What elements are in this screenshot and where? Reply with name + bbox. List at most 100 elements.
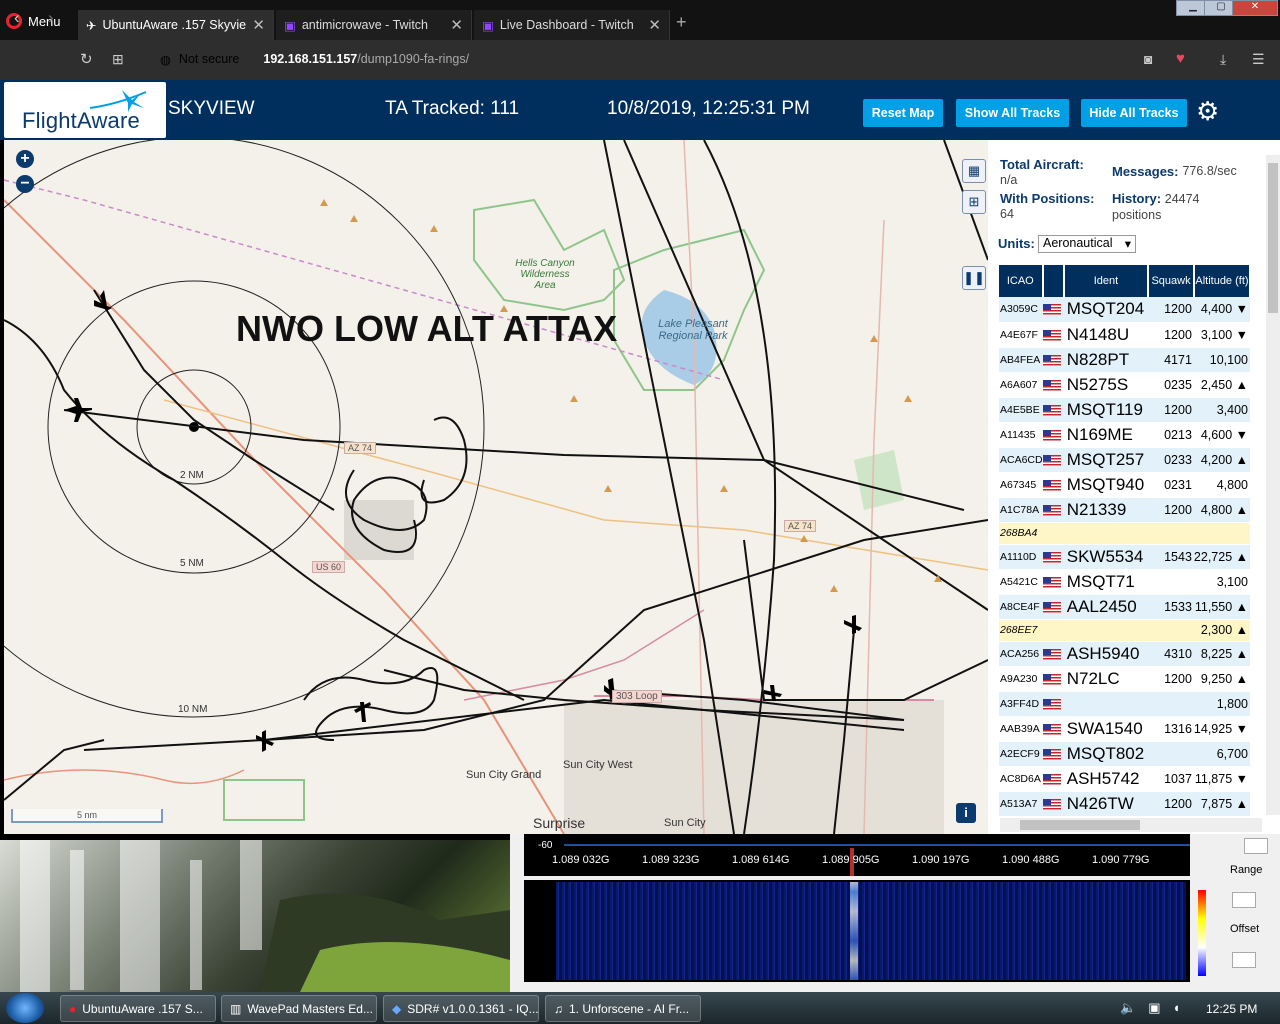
aircraft-row[interactable]: AB4FEA N828PT 4171 10,100 xyxy=(999,347,1250,373)
col-ident[interactable]: Ident xyxy=(1063,265,1150,297)
close-tab-icon[interactable]: ✕ xyxy=(648,16,661,34)
taskbar-item-unforscene[interactable]: ♫ 1. Unforscene - AI Fr... xyxy=(545,995,701,1022)
us-flag-icon xyxy=(1042,404,1061,416)
aircraft-panel: Total Aircraft: n/a With Positions: 64 M… xyxy=(988,140,1280,834)
zoom-in-button[interactable]: + xyxy=(16,150,34,168)
freq-label: 1.090 197G xyxy=(912,854,970,866)
aircraft-row[interactable]: A4E67F N4148U 1200 3,100 ▼ xyxy=(999,322,1250,348)
flag-cell xyxy=(1042,666,1064,692)
aircraft-row[interactable]: A9A230 N72LC 1200 9,250 ▲ xyxy=(999,666,1250,692)
altitude-cell: 2,300 ▲ xyxy=(1193,619,1250,642)
flag-cell xyxy=(1042,372,1064,398)
tab-skyview[interactable]: ✈ UbuntuAware .157 Skyview ✕ xyxy=(78,10,274,40)
speaker-icon[interactable]: 🔈 xyxy=(1120,1000,1136,1016)
menu-label: Menu xyxy=(28,13,61,29)
taskbar-clock[interactable]: 12:25 PM xyxy=(1206,1002,1257,1016)
taskbar-item-sdr[interactable]: ◆ SDR# v1.0.0.1361 - IQ... xyxy=(383,995,539,1022)
reload-icon[interactable]: ↻ xyxy=(80,50,93,68)
aircraft-row[interactable]: A3059C MSQT204 1200 4,400 ▼ xyxy=(999,297,1250,323)
squawk-cell: 1200 xyxy=(1148,297,1194,323)
icao-cell: AC8D6A xyxy=(999,766,1043,792)
place-lake-pleasant: Lake Pleasant Regional Park xyxy=(658,318,728,342)
range-slider[interactable] xyxy=(1244,838,1268,854)
aircraft-row[interactable]: A5421C MSQT71 3,100 xyxy=(999,569,1250,595)
aircraft-row[interactable]: A513A7 N426TW 1200 7,875 ▲ xyxy=(999,791,1250,817)
ident-cell xyxy=(1063,522,1149,545)
aircraft-row[interactable]: A2ECF9 MSQT802 6,700 xyxy=(999,741,1250,767)
aircraft-row[interactable]: AC8D6A ASH5742 1037 11,875 ▼ xyxy=(999,766,1250,792)
column-toggle-icon[interactable]: ❚❚ xyxy=(962,266,986,290)
place-sun-city-west: Sun City West xyxy=(563,759,633,771)
new-tab-icon[interactable]: + xyxy=(676,12,687,33)
zoom-out-button[interactable]: − xyxy=(16,175,34,193)
taskbar-item-opera[interactable]: ● UbuntuAware .157 S... xyxy=(60,995,216,1022)
aircraft-row[interactable]: A8CE4F AAL2450 1533 11,550 ▲ xyxy=(999,594,1250,620)
camera-icon[interactable]: ◙ xyxy=(1144,51,1152,67)
security-label: Not secure xyxy=(178,52,240,66)
ident-cell: MSQT204 xyxy=(1063,297,1149,323)
road-label-az74: AZ 74 xyxy=(344,442,377,454)
twitch-icon: ▣ xyxy=(284,18,296,33)
aircraft-row[interactable]: 268BA4 xyxy=(999,522,1250,545)
map-layers-icon[interactable]: ▦ xyxy=(962,159,986,183)
ident-cell: ASH5940 xyxy=(1063,641,1149,667)
col-altitude[interactable]: Altitude (ft) xyxy=(1193,265,1252,297)
aircraft-row[interactable]: AAB39A SWA1540 1316 14,925 ▼ xyxy=(999,716,1250,742)
tab-twitch-2[interactable]: ▣ Live Dashboard - Twitch ✕ xyxy=(474,10,670,40)
aircraft-row[interactable]: A1110D SKW5534 1543 22,725 ▲ xyxy=(999,544,1250,570)
aircraft-row[interactable]: A3FF4D 1,800 xyxy=(999,691,1250,717)
taskbar-item-wavepad[interactable]: ▥ WavePad Masters Ed... xyxy=(221,995,377,1022)
altitude-cell: 3,400 xyxy=(1193,397,1250,423)
close-tab-icon[interactable]: ✕ xyxy=(252,16,265,34)
close-window-button[interactable]: ✕ xyxy=(1232,0,1278,16)
altitude-cell: 4,200 ▲ xyxy=(1193,447,1250,473)
url-host: 192.168.151.157 xyxy=(263,52,358,66)
network-icon[interactable]: ▣ xyxy=(1148,1000,1160,1016)
col-icao[interactable]: ICAO xyxy=(999,265,1044,297)
flag-cell xyxy=(1042,766,1064,792)
altitude-cell: 11,875 ▼ xyxy=(1193,766,1250,792)
back-icon[interactable]: ‹ xyxy=(14,8,20,28)
speed-dial-icon[interactable]: ⊞ xyxy=(112,51,124,68)
flag-cell xyxy=(1042,544,1064,570)
col-squawk[interactable]: Squawk xyxy=(1148,265,1195,297)
show-all-tracks-button[interactable]: Show All Tracks xyxy=(956,99,1069,127)
flag-cell xyxy=(1042,594,1064,620)
heart-icon[interactable]: ♥ xyxy=(1176,50,1185,67)
waterfall-display[interactable] xyxy=(524,880,1206,982)
col-flag[interactable] xyxy=(1042,265,1065,297)
range-slider-2[interactable] xyxy=(1232,892,1256,908)
url-field[interactable]: ◍ Not secure 192.168.151.157/dump1090-fa… xyxy=(160,52,469,67)
aircraft-row[interactable]: A1C78A N21339 1200 4,800 ▲ xyxy=(999,497,1250,523)
aircraft-row[interactable]: ACA6CD MSQT257 0233 4,200 ▲ xyxy=(999,447,1250,473)
road-label-us60: US 60 xyxy=(312,561,346,573)
aircraft-row[interactable]: ACA256 ASH5940 4310 8,225 ▲ xyxy=(999,641,1250,667)
aircraft-row[interactable]: A67345 MSQT940 0231 4,800 xyxy=(999,472,1250,498)
tab-twitch-1[interactable]: ▣ antimicrowave - Twitch ✕ xyxy=(276,10,472,40)
volume-icon[interactable]: ◖ xyxy=(1172,1000,1180,1016)
download-icon[interactable]: ⤓ xyxy=(1220,51,1226,68)
reset-map-button[interactable]: Reset Map xyxy=(863,99,943,127)
aircraft-row[interactable]: A6A607 N5275S 0235 2,450 ▲ xyxy=(999,372,1250,398)
info-icon[interactable]: i xyxy=(956,803,976,823)
easy-setup-icon[interactable]: ☰ xyxy=(1252,51,1265,68)
gear-icon[interactable]: ⚙ xyxy=(1196,96,1219,127)
close-tab-icon[interactable]: ✕ xyxy=(450,16,463,34)
taskbar-label: WavePad Masters Ed... xyxy=(247,1001,373,1016)
total-aircraft-label: Total Aircraft: xyxy=(1000,157,1084,172)
forward-icon[interactable]: › xyxy=(48,8,54,28)
start-button[interactable] xyxy=(6,993,44,1023)
aircraft-row[interactable]: A11435 N169ME 0213 4,600 ▼ xyxy=(999,422,1250,448)
aircraft-row[interactable]: 268EE7 2,300 ▲ xyxy=(999,619,1250,642)
units-select[interactable]: Aeronautical ▾ xyxy=(1038,235,1136,253)
place-hells-canyon: Hells Canyon Wilderness Area xyxy=(515,258,575,291)
panel-vertical-scrollbar[interactable] xyxy=(1266,155,1280,815)
offset-slider[interactable] xyxy=(1232,952,1256,968)
map-view[interactable] xyxy=(4,140,988,834)
icao-cell: A513A7 xyxy=(999,791,1043,817)
ident-cell: SWA1540 xyxy=(1063,716,1149,742)
panel-horizontal-scrollbar[interactable] xyxy=(1000,818,1262,832)
aircraft-row[interactable]: A4E5BE MSQT119 1200 3,400 xyxy=(999,397,1250,423)
hide-all-tracks-button[interactable]: Hide All Tracks xyxy=(1081,99,1187,127)
grid-icon[interactable]: ⊞ xyxy=(962,190,986,214)
